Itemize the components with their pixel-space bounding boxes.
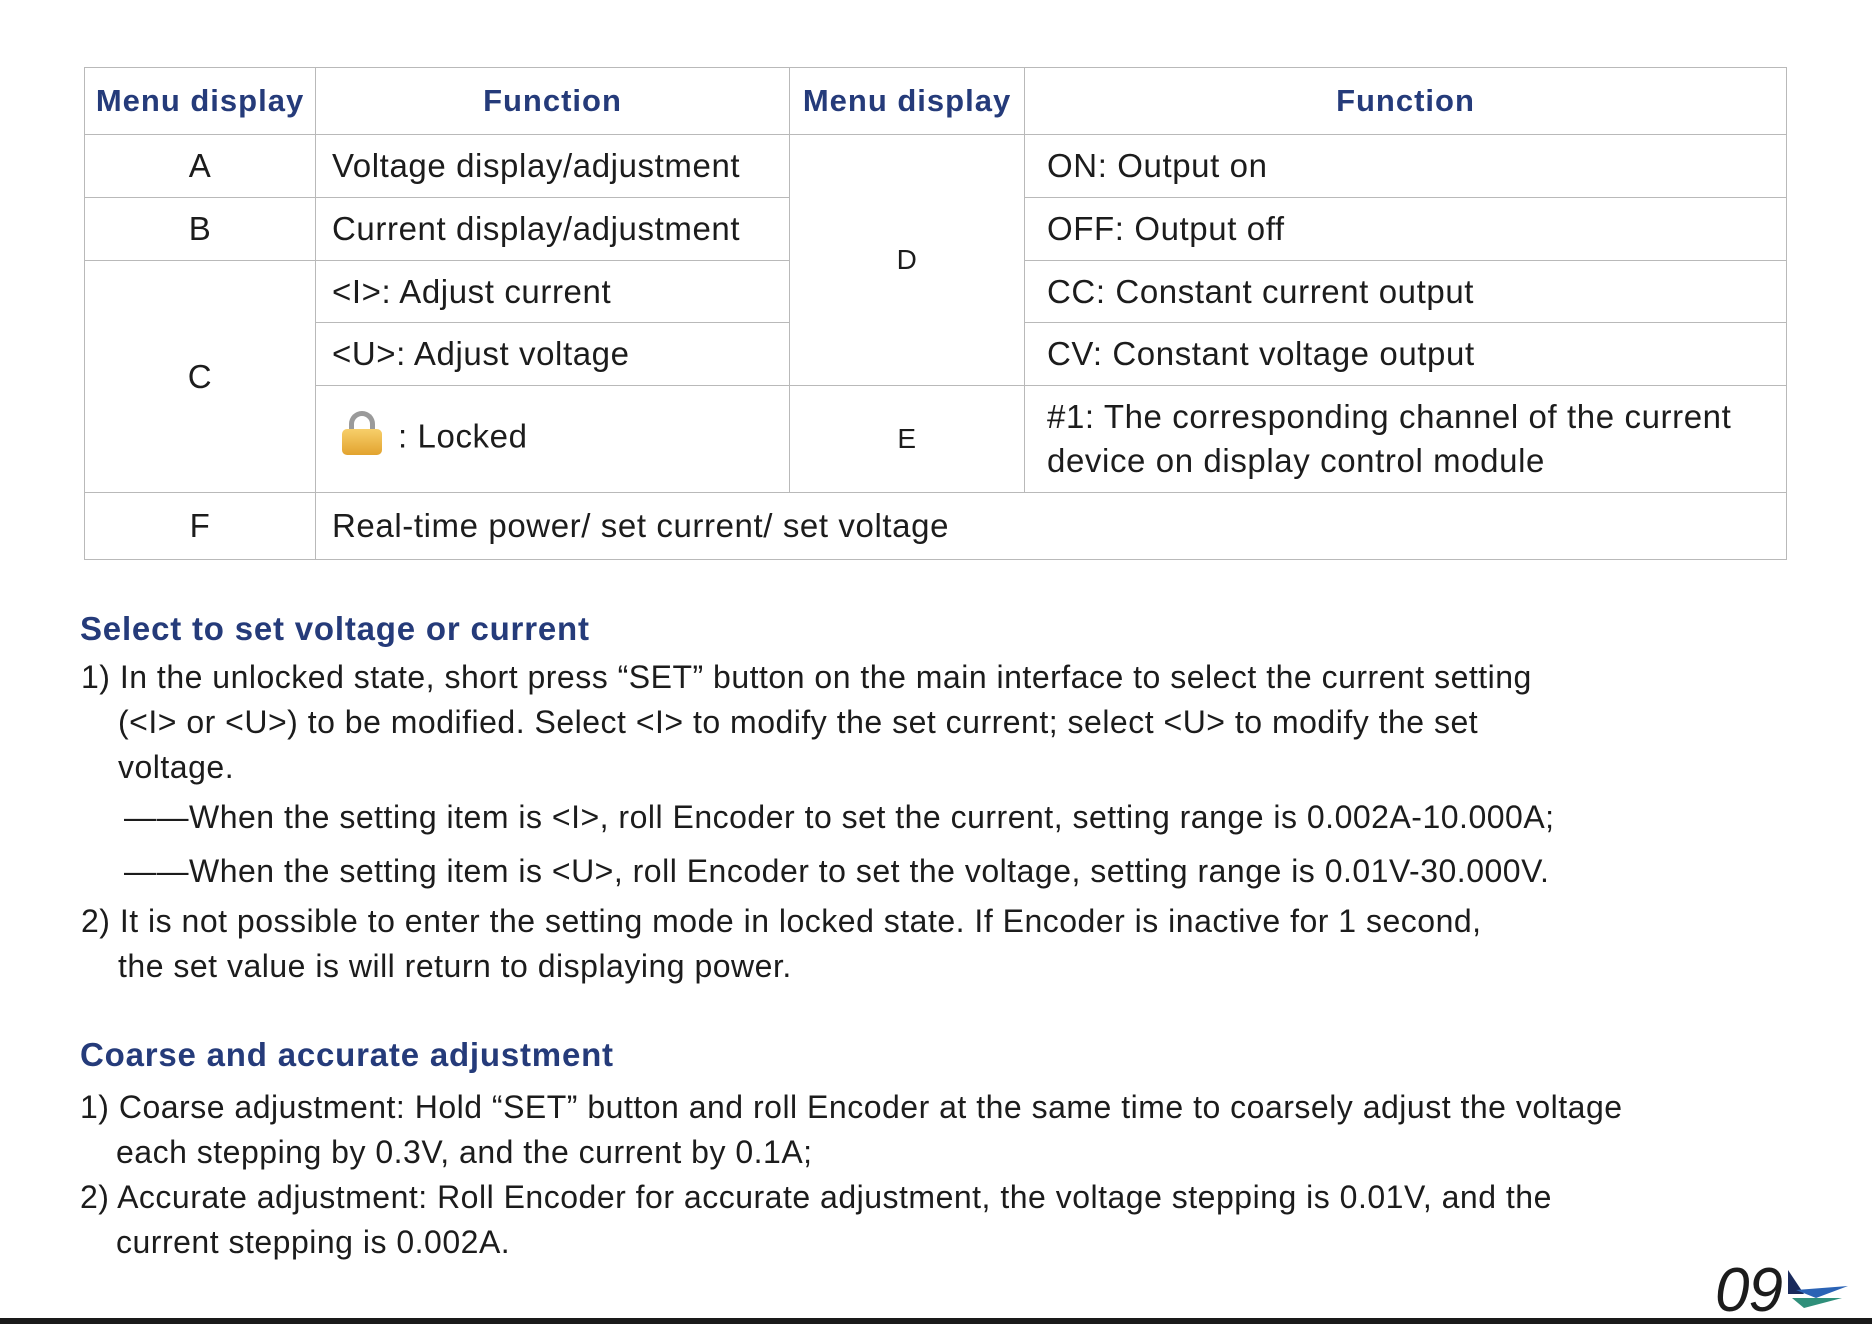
table-row: F Real-time power/ set current/ set volt…	[84, 492, 1787, 560]
coarse-line-1: 1) Coarse adjustment: Hold “SET” button …	[80, 1089, 1623, 1125]
table-row: : Locked E #1: The corresponding channel…	[85, 385, 1787, 493]
function-d-cc: CC: Constant current output	[1024, 260, 1787, 323]
menu-display-table: Menu display Function Menu display Funct…	[84, 67, 1787, 560]
header-menu-display-2: Menu display	[789, 67, 1025, 135]
select-line-1: 1) In the unlocked state, short press “S…	[81, 659, 1532, 695]
coarse-line-2: each stepping by 0.3V, and the current b…	[116, 1134, 813, 1170]
select-line-5: ——When the setting item is <U>, roll Enc…	[124, 853, 1550, 889]
coarse-line-3: 2) Accurate adjustment: Roll Encoder for…	[80, 1179, 1552, 1215]
function-c-locked: : Locked	[315, 385, 790, 493]
manual-page: Menu display Function Menu display Funct…	[0, 0, 1872, 1325]
table-header-row: Menu display Function Menu display Funct…	[84, 67, 1787, 135]
select-line-7: the set value is will return to displayi…	[118, 948, 792, 984]
function-d-off: OFF: Output off	[1024, 197, 1787, 261]
section-heading-coarse: Coarse and accurate adjustment	[80, 1036, 614, 1073]
padlock-icon	[342, 411, 382, 455]
page-number: 09	[1715, 1256, 1783, 1325]
header-menu-display: Menu display	[84, 67, 316, 135]
function-e: #1: The corresponding channel of the cur…	[1024, 385, 1787, 493]
function-e-line2: device on display control module	[1047, 442, 1545, 479]
brand-triangle-logo-icon	[1788, 1270, 1848, 1308]
select-line-6: 2) It is not possible to enter the setti…	[81, 903, 1482, 939]
code-c: C	[84, 260, 316, 493]
function-c-current: <I>: Adjust current	[315, 260, 790, 323]
select-line-2: (<I> or <U>) to be modified. Select <I> …	[118, 704, 1479, 740]
coarse-line-4: current stepping is 0.002A.	[116, 1224, 511, 1260]
table-row: A Voltage display/adjustment D ON: Outpu…	[84, 134, 1787, 386]
function-d-cv: CV: Constant voltage output	[1024, 322, 1787, 386]
function-a: Voltage display/adjustment	[315, 134, 790, 198]
code-e: E	[789, 385, 1025, 493]
function-d-on: ON: Output on	[1024, 134, 1787, 198]
locked-label: : Locked	[398, 417, 528, 455]
section-heading-select: Select to set voltage or current	[80, 610, 590, 647]
header-function-2: Function	[1024, 67, 1787, 135]
code-a: A	[84, 134, 316, 198]
function-b: Current display/adjustment	[315, 197, 790, 261]
code-d: D	[789, 134, 1025, 386]
select-line-3: voltage.	[118, 749, 235, 785]
function-f: Real-time power/ set current/ set voltag…	[315, 492, 1787, 560]
code-b: B	[84, 197, 316, 261]
function-e-line1: #1: The corresponding channel of the cur…	[1047, 398, 1732, 435]
function-c-voltage: <U>: Adjust voltage	[315, 322, 790, 386]
bottom-rule	[0, 1318, 1872, 1324]
code-f: F	[84, 492, 316, 560]
header-function: Function	[315, 67, 790, 135]
select-line-4: ——When the setting item is <I>, roll Enc…	[124, 799, 1555, 835]
